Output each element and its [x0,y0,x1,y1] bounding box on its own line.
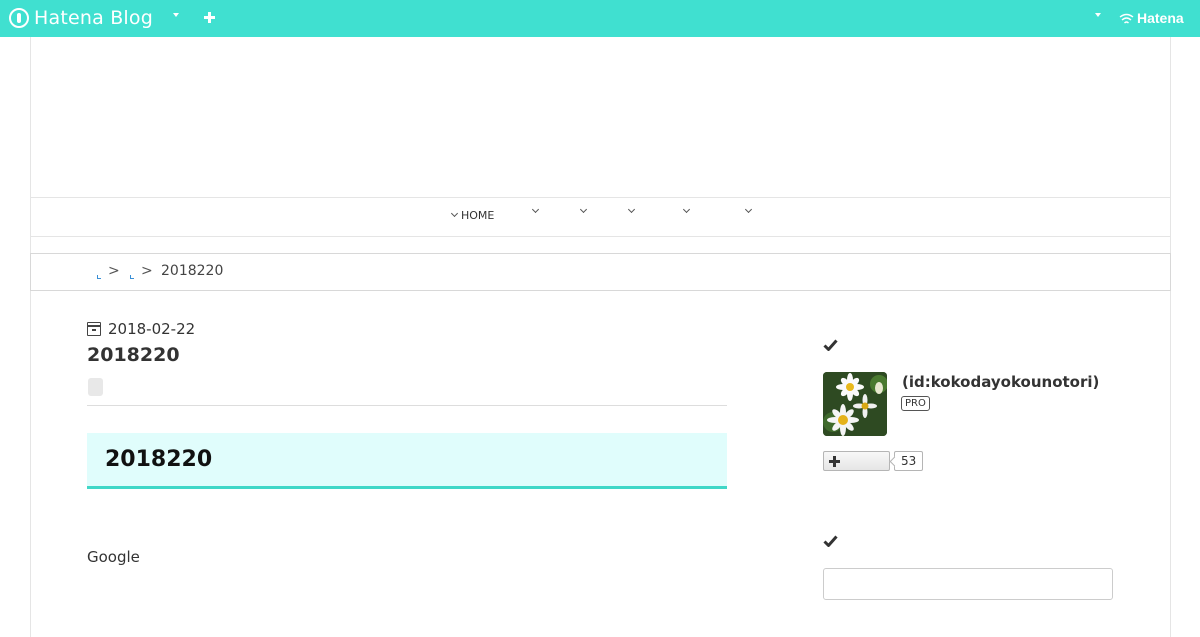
entry-date[interactable]: 2018-02-22 [87,320,195,338]
nav-item-3[interactable] [579,205,590,214]
user-menu-chevron-down-icon[interactable] [1095,13,1101,17]
calendar-icon [87,322,101,336]
chevron-down-icon [579,205,588,214]
nav-item-home[interactable]: HOME [450,209,495,222]
nav-item-6[interactable] [744,205,755,214]
breadcrumb: > > 2018220 [30,253,1171,291]
global-navigation: HOME [30,197,1171,237]
pro-badge: PRO [901,396,930,411]
page-frame [30,37,1171,637]
divider [87,405,727,406]
check-icon [823,339,838,351]
section-heading: 2018220 [87,433,727,489]
category-badge[interactable] [88,378,103,396]
entry-date-text: 2018-02-22 [108,320,196,338]
hatena-label: Hatena [1137,10,1184,26]
nav-item-4[interactable] [627,205,638,214]
chevron-down-icon [450,209,459,218]
chevron-down-icon [682,205,691,214]
brand-name: Hatena Blog [34,7,153,29]
entry-title[interactable]: 2018220 [87,344,180,366]
breadcrumb-separator: > [108,263,120,279]
profile-id[interactable]: (id:kokodayokounotori) [902,373,1099,391]
global-header: Hatena Blog Hatena [0,0,1200,37]
check-icon [823,535,838,547]
hatena-blog-logo[interactable]: Hatena Blog [9,6,153,30]
blog-menu-chevron-down-icon[interactable] [173,13,179,17]
chevron-down-icon [744,205,753,214]
follow-button[interactable] [823,451,890,471]
breadcrumb-current: 2018220 [161,263,224,279]
hatena-logo[interactable]: Hatena [1119,10,1184,26]
new-post-plus-icon[interactable] [204,12,215,23]
nav-item-2[interactable] [531,205,542,214]
daisy-avatar-image [823,372,887,436]
hatena-blog-logo-icon [9,8,29,28]
section-heading-text: 2018220 [105,447,213,472]
breadcrumb-link-top[interactable] [97,275,101,279]
chevron-down-icon [627,205,636,214]
hatena-wave-icon [1119,13,1134,24]
breadcrumb-link-category[interactable] [130,275,134,279]
breadcrumb-separator: > [141,263,153,279]
nav-item-5[interactable] [682,205,693,214]
search-input[interactable] [823,568,1113,600]
nav-item-label: HOME [461,209,495,222]
plus-icon [829,456,840,467]
avatar[interactable] [823,372,887,436]
follower-count[interactable]: 53 [894,451,924,471]
chevron-down-icon [531,205,540,214]
entry-body-text: Google [87,548,140,566]
